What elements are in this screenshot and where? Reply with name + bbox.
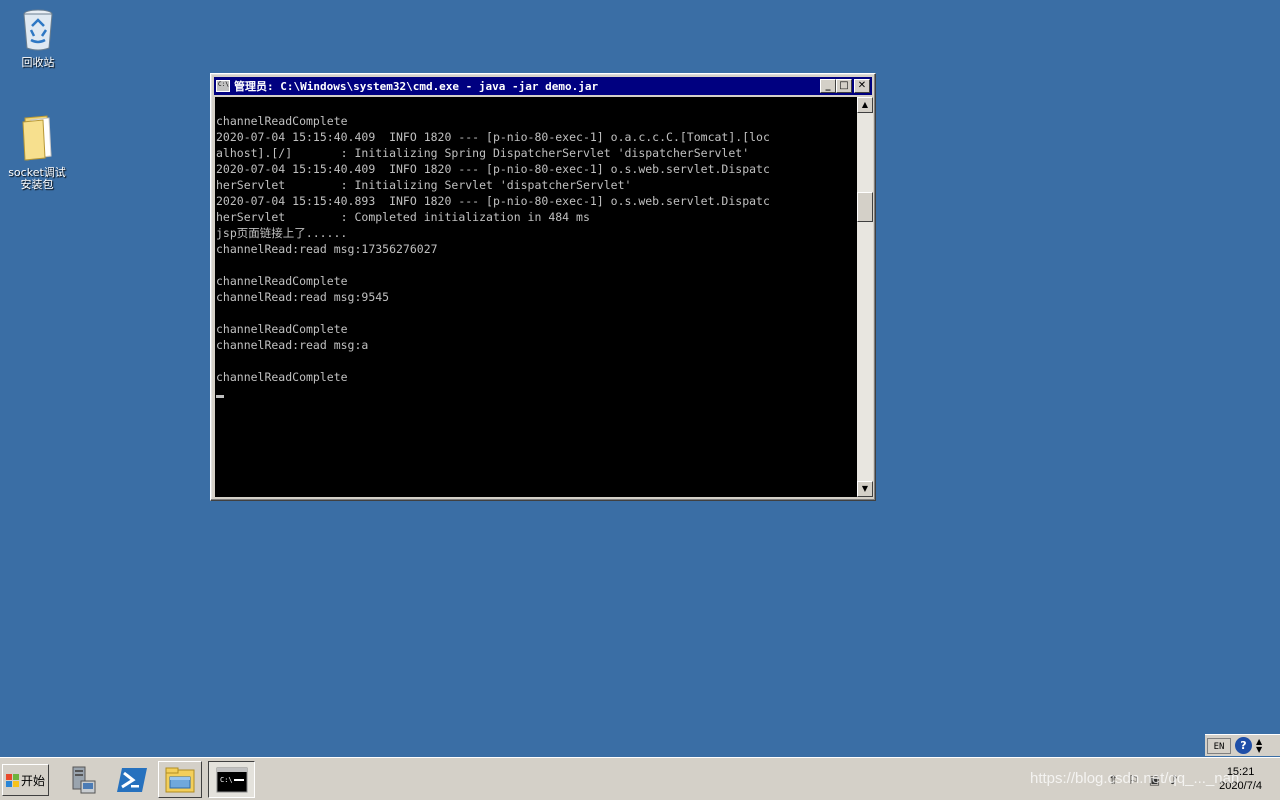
scroll-up-arrow-icon[interactable]: ▲ <box>857 97 873 113</box>
language-bar-options-icon[interactable]: ▲ ▼ <box>1256 737 1262 754</box>
desktop-icon-label: 回收站 <box>21 56 55 69</box>
start-label: 开始 <box>20 773 45 788</box>
server-manager-icon <box>72 766 96 793</box>
file-explorer-icon <box>165 767 195 792</box>
console-lines: channelReadComplete 2020-07-04 15:15:40.4… <box>215 97 857 385</box>
taskbar-powershell[interactable] <box>110 761 154 798</box>
taskbar-server-manager[interactable] <box>60 761 104 798</box>
desktop-icon-label: socket调试 安装包 <box>1 167 73 191</box>
console-line: channelReadComplete <box>216 114 348 128</box>
console-line: herServlet : Initializing Servlet 'dispa… <box>216 178 632 192</box>
taskbar-file-explorer[interactable] <box>158 761 202 798</box>
text-cursor <box>216 395 224 398</box>
console-line: 2020-07-04 15:15:40.409 INFO 1820 --- [p… <box>216 162 770 176</box>
console-line: alhost].[/] : Initializing Spring Dispat… <box>216 146 750 160</box>
language-indicator[interactable]: EN <box>1207 737 1231 754</box>
console-prompt-line <box>215 385 857 401</box>
start-button[interactable]: 开始 <box>2 764 49 796</box>
cmd-window-icon[interactable] <box>216 80 230 92</box>
console-line: channelReadComplete <box>216 274 348 288</box>
watermark-text: https://blog.csdn.net/qq_..._nan <box>1030 770 1240 787</box>
console-line: 2020-07-04 15:15:40.893 INFO 1820 --- [p… <box>216 194 770 208</box>
taskbar-cmd[interactable]: C:\ <box>208 761 255 798</box>
vertical-scrollbar[interactable]: ▲ ▼ <box>857 97 873 497</box>
desktop-icon-socket-folder[interactable]: socket调试 安装包 <box>1 112 73 191</box>
desktop-icon-recycle-bin[interactable]: 回收站 <box>2 6 74 69</box>
powershell-icon <box>117 767 147 792</box>
language-bar: EN ? ▲ ▼ <box>1205 734 1280 756</box>
console-output[interactable]: channelReadComplete 2020-07-04 15:15:40.4… <box>215 97 857 497</box>
scrollbar-thumb[interactable] <box>857 192 873 222</box>
svg-text:C:\: C:\ <box>220 776 233 784</box>
window-title: 管理员: C:\Windows\system32\cmd.exe - java … <box>234 80 599 93</box>
console-line: channelReadComplete <box>216 322 348 336</box>
scroll-down-arrow-icon[interactable]: ▼ <box>857 481 873 497</box>
recycle-bin-icon <box>23 9 53 51</box>
window-controls: _ □ ✕ <box>820 79 870 93</box>
close-button[interactable]: ✕ <box>854 79 870 93</box>
maximize-button[interactable]: □ <box>836 79 852 93</box>
help-icon[interactable]: ? <box>1235 737 1252 754</box>
cmd-window[interactable]: 管理员: C:\Windows\system32\cmd.exe - java … <box>210 73 876 501</box>
minimize-button[interactable]: _ <box>820 79 836 93</box>
folder-icon <box>22 115 52 161</box>
console-line: channelRead:read msg:17356276027 <box>216 242 438 256</box>
console-line: channelReadComplete <box>216 370 348 384</box>
desktop-icon-label-line2: 安装包 <box>20 178 54 191</box>
window-titlebar[interactable]: 管理员: C:\Windows\system32\cmd.exe - java … <box>214 77 872 95</box>
console-line: 2020-07-04 15:15:40.409 INFO 1820 --- [p… <box>216 130 770 144</box>
cmd-icon: C:\ <box>216 767 247 792</box>
console-line: channelRead:read msg:9545 <box>216 290 390 304</box>
windows-logo-icon <box>5 773 19 787</box>
console-line: jsp页面链接上了...... <box>216 226 348 240</box>
console-line: herServlet : Completed initialization in… <box>216 210 590 224</box>
console-line: channelRead:read msg:a <box>216 338 369 352</box>
